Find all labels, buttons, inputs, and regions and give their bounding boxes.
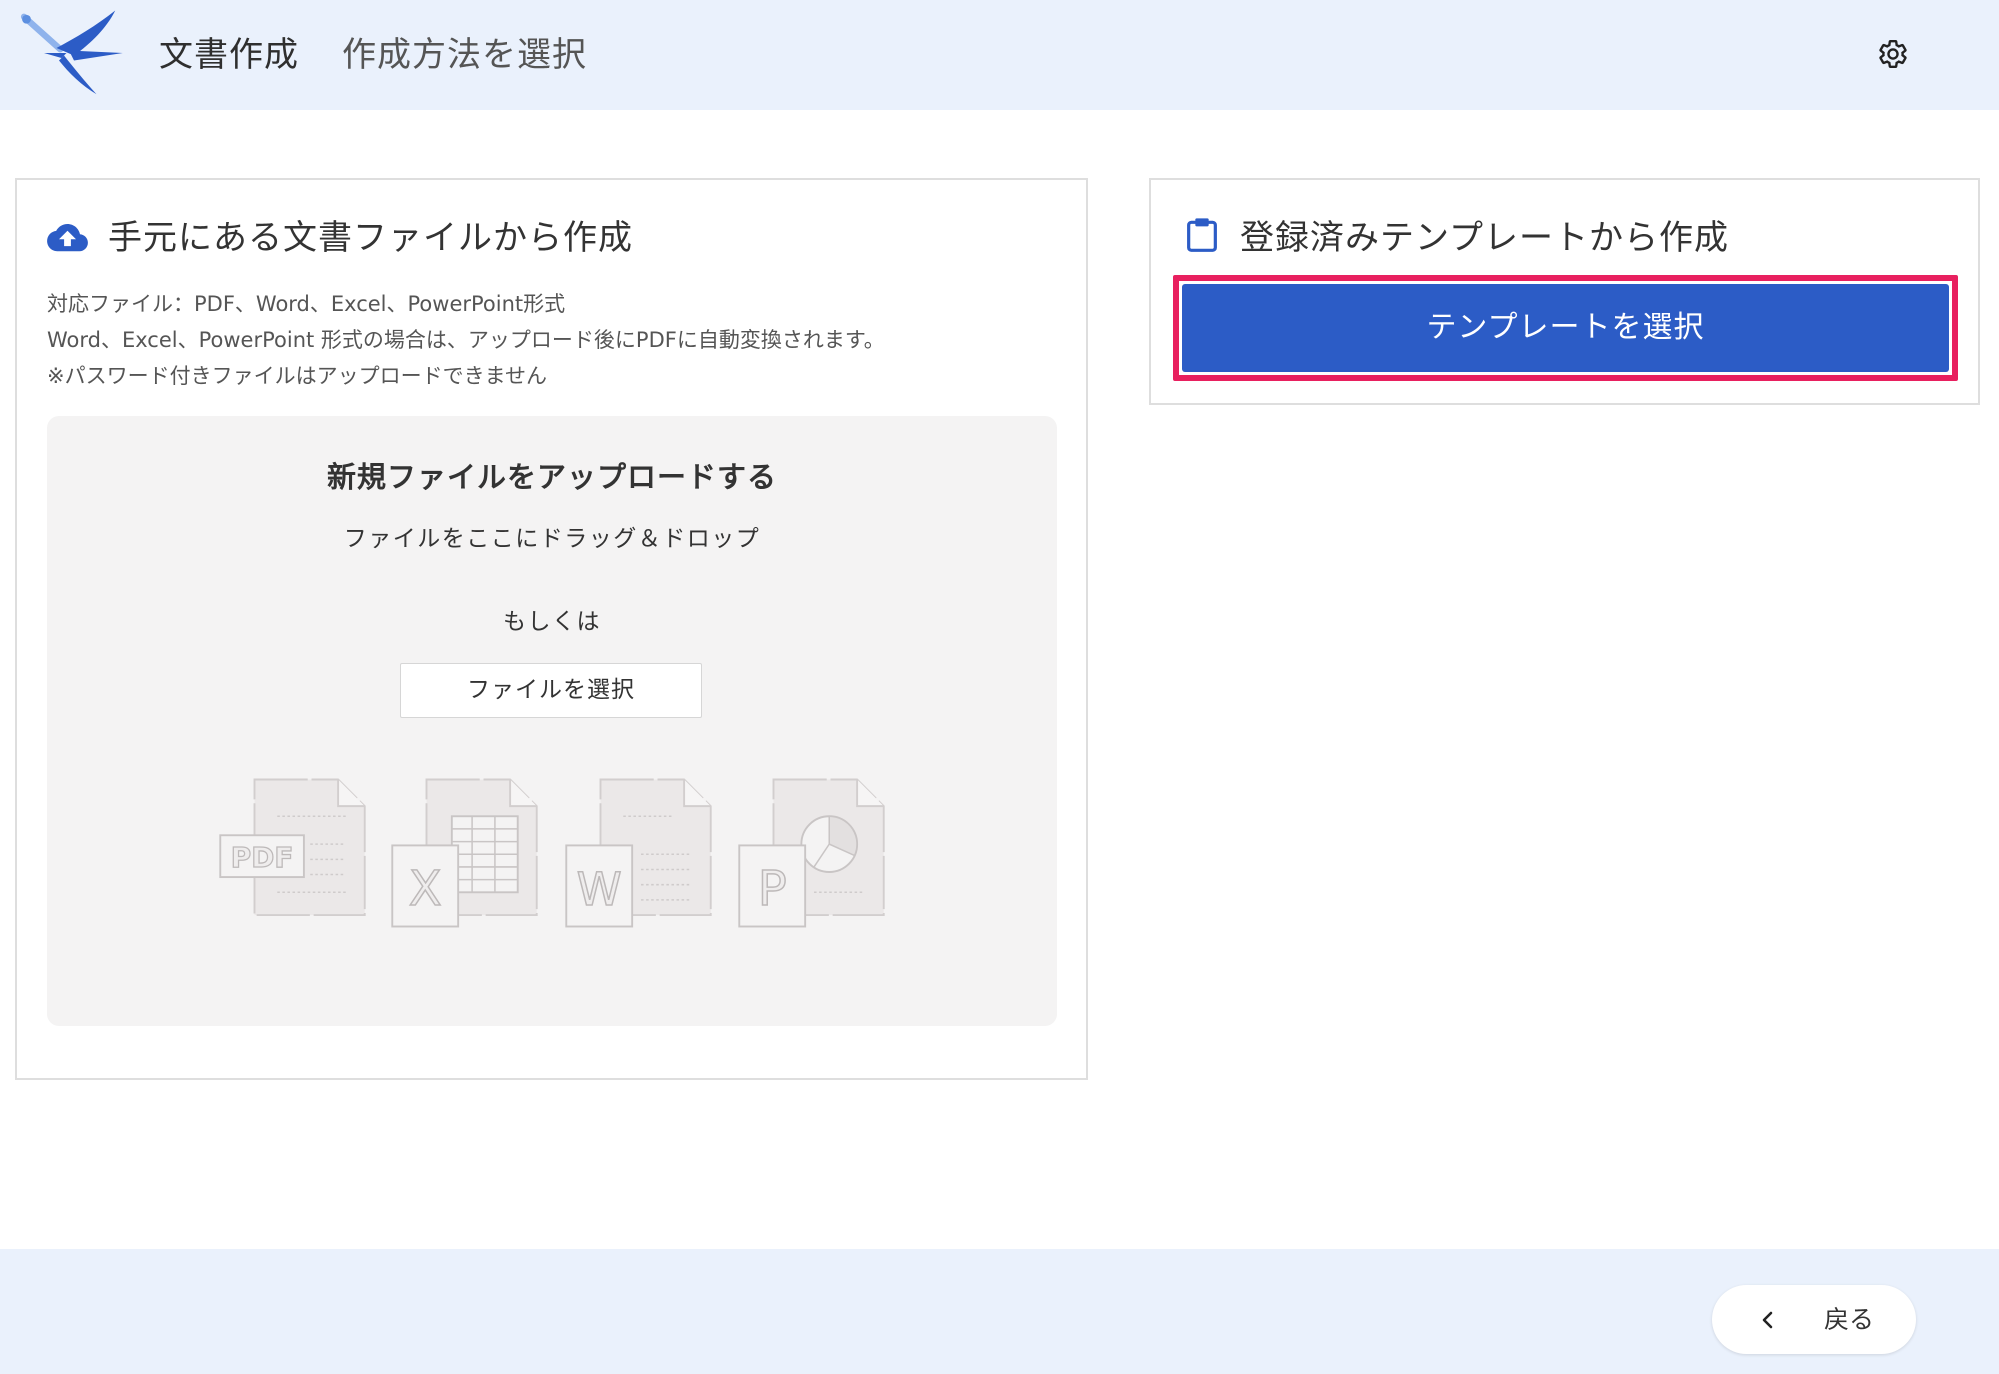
dropzone-or-text: もしくは	[503, 609, 601, 635]
template-card: 登録済みテンプレートから作成 テンプレートを選択	[1149, 178, 1980, 405]
template-card-title: 登録済みテンプレートから作成	[1240, 218, 1729, 258]
conversion-note: Word、Excel、PowerPoint 形式の場合は、アップロード後にPDF…	[47, 328, 885, 352]
word-badge-label: W	[577, 863, 622, 916]
word-file-icon: W	[565, 778, 712, 928]
pdf-badge-label: PDF	[231, 841, 294, 874]
dropzone-heading: 新規ファイルをアップロードする	[326, 460, 777, 494]
back-button-label: 戻る	[1824, 1305, 1875, 1334]
password-note: ※パスワード付きファイルはアップロードできません	[47, 364, 547, 388]
file-dropzone[interactable]: 新規ファイルをアップロードする ファイルをここにドラッグ＆ドロップ もしくは フ…	[47, 416, 1057, 1026]
upload-card: 手元にある文書ファイルから作成 対応ファイル：PDF、Word、Excel、Po…	[15, 178, 1088, 1080]
swallow-pen-logo-icon[interactable]	[19, 10, 124, 96]
page-title: 作成方法を選択	[342, 35, 587, 75]
select-template-button[interactable]: テンプレートを選択	[1182, 284, 1949, 372]
supported-formats-note: 対応ファイル：PDF、Word、Excel、PowerPoint形式	[47, 292, 566, 316]
select-file-button[interactable]: ファイルを選択	[400, 663, 702, 718]
app-header: 文書作成 作成方法を選択	[0, 0, 1999, 110]
dropzone-drag-text: ファイルをここにドラッグ＆ドロップ	[343, 526, 761, 552]
pdf-file-icon: PDF	[219, 778, 366, 917]
excel-file-icon: X	[391, 778, 538, 928]
powerpoint-file-icon: P	[738, 778, 885, 928]
excel-badge-label: X	[409, 861, 442, 917]
app-title: 文書作成	[159, 35, 299, 75]
gear-icon[interactable]	[1877, 38, 1909, 70]
app-footer: 戻る	[0, 1249, 1999, 1374]
powerpoint-badge-label: P	[758, 861, 787, 917]
clipboard-icon	[1187, 218, 1217, 252]
back-button[interactable]: 戻る	[1712, 1285, 1916, 1354]
upload-card-title: 手元にある文書ファイルから作成	[108, 218, 633, 258]
chevron-left-icon	[1762, 1311, 1773, 1329]
cloud-upload-icon	[47, 224, 88, 252]
